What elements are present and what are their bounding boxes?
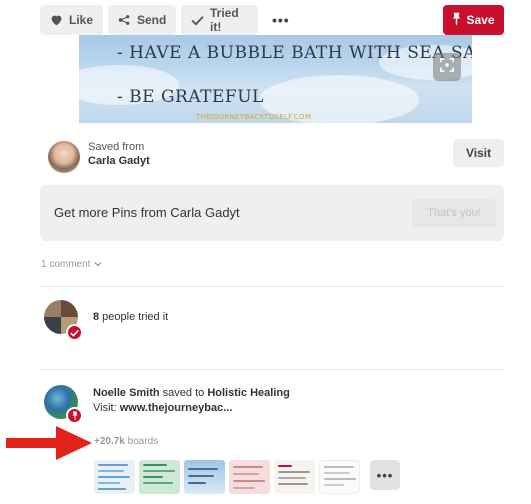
save-button[interactable]: Save: [443, 5, 504, 35]
more-options-button[interactable]: •••: [262, 5, 302, 35]
expand-icon: [440, 57, 454, 77]
divider: [40, 286, 504, 287]
board-thumbnail[interactable]: [139, 460, 180, 494]
saved-from-label: Saved from: [88, 141, 145, 153]
tried-label: Tried it!: [210, 6, 239, 34]
pin-watermark: THEJOURNEYBACKTOSELF.COM: [196, 113, 312, 121]
tried-it-row: 8 people tried it: [44, 300, 504, 342]
thats-you-label: That's you!: [427, 207, 481, 219]
pin-badge: [66, 407, 83, 424]
save-label: Save: [466, 13, 495, 27]
board-thumbnail[interactable]: [184, 460, 225, 494]
send-label: Send: [137, 13, 167, 27]
pin-text-line: - BE GRATEFUL: [117, 87, 264, 107]
send-button[interactable]: Send: [108, 5, 176, 35]
tried-it-text[interactable]: 8 people tried it: [93, 311, 168, 323]
pin-text-line: - HAVE A BUBBLE BATH WITH SEA SALT: [117, 43, 472, 63]
checkmark-badge: [66, 324, 83, 341]
visit-label: Visit: [465, 146, 492, 160]
activity-row: Noelle Smith saved to Holistic Healing V…: [44, 383, 504, 443]
thats-you-button[interactable]: That's you!: [412, 199, 496, 227]
tried-it-button[interactable]: Tried it!: [181, 5, 258, 35]
boards-count-suffix: boards: [124, 436, 159, 447]
visit-prefix: Visit:: [93, 402, 120, 414]
checkmark-icon: [70, 324, 79, 342]
activity-user-link[interactable]: Noelle Smith: [93, 387, 160, 399]
divider: [40, 369, 504, 370]
more-label: •••: [272, 12, 290, 28]
visit-button[interactable]: Visit: [453, 139, 504, 167]
board-thumbnail[interactable]: [274, 460, 315, 494]
more-pins-panel: Get more Pins from Carla Gadyt That's yo…: [40, 185, 504, 241]
action-toolbar: Like Send Tried it! ••• Save: [40, 5, 504, 35]
comments-label: 1 comment: [41, 259, 91, 270]
heart-icon: [50, 14, 63, 26]
checkmark-icon: [191, 15, 204, 26]
like-label: Like: [69, 13, 94, 27]
expand-button[interactable]: [433, 53, 461, 81]
like-button[interactable]: Like: [40, 5, 103, 35]
chevron-down-icon: [94, 259, 103, 270]
boards-count-value: +20.7k: [94, 436, 125, 447]
more-boards-label: •••: [376, 467, 394, 483]
pin-icon: [72, 407, 78, 425]
saved-from-name[interactable]: Carla Gadyt: [88, 155, 150, 167]
pin-icon: [452, 12, 461, 28]
more-boards-button[interactable]: •••: [370, 460, 400, 490]
comments-toggle[interactable]: 1 comment: [41, 259, 103, 270]
board-thumbnail[interactable]: [94, 460, 135, 494]
boards-count: +20.7k boards: [94, 436, 158, 447]
activity-description: Noelle Smith saved to Holistic Healing: [93, 387, 290, 399]
red-arrow: [6, 424, 92, 467]
activity-visit: Visit: www.thejourneybac...: [93, 402, 232, 414]
pin-image[interactable]: - HAVE A BUBBLE BATH WITH SEA SALT - BE …: [79, 35, 472, 123]
saved-from-row: Saved from Carla Gadyt Visit: [48, 138, 504, 178]
more-pins-text: Get more Pins from Carla Gadyt: [54, 205, 240, 220]
activity-action: saved to: [159, 387, 208, 399]
visit-url-link[interactable]: www.thejourneybac...: [120, 402, 233, 414]
board-thumbnail[interactable]: [319, 460, 360, 494]
tried-suffix: people tried it: [99, 311, 169, 323]
avatar[interactable]: [48, 141, 80, 173]
activity-board-link[interactable]: Holistic Healing: [207, 387, 290, 399]
board-thumbnail[interactable]: [229, 460, 270, 494]
send-icon: [118, 14, 131, 26]
board-thumbnails: •••: [94, 460, 400, 494]
